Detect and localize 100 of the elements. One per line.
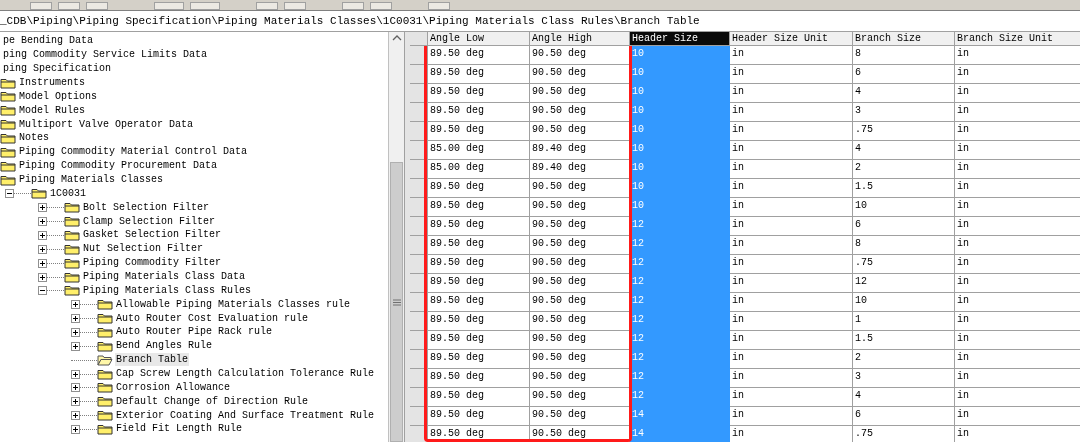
table-cell[interactable]: in <box>955 369 1080 388</box>
tree-item[interactable]: Piping Commodity Material Control Data <box>18 145 249 159</box>
table-cell[interactable]: 89.50 deg <box>428 236 530 255</box>
table-cell[interactable]: in <box>730 388 853 407</box>
table-cell[interactable]: in <box>730 293 853 312</box>
table-cell[interactable]: 89.50 deg <box>428 350 530 369</box>
table-cell[interactable]: in <box>730 65 853 84</box>
tree-item[interactable]: pe Bending Data <box>2 34 94 48</box>
collapse-icon[interactable] <box>38 286 47 296</box>
table-cell[interactable]: in <box>730 426 853 442</box>
table-cell[interactable]: 90.50 deg <box>530 46 630 65</box>
table-cell[interactable]: in <box>955 46 1080 65</box>
tree-item[interactable]: Notes <box>18 131 50 145</box>
table-cell[interactable]: in <box>955 255 1080 274</box>
expand-icon[interactable] <box>71 411 80 421</box>
table-cell[interactable]: 6 <box>853 65 955 84</box>
table-cell[interactable]: in <box>730 236 853 255</box>
table-cell[interactable]: in <box>730 369 853 388</box>
table-cell[interactable]: in <box>730 331 853 350</box>
column-header[interactable]: Branch Size <box>853 32 955 46</box>
table-cell[interactable]: in <box>955 65 1080 84</box>
table-cell[interactable]: 90.50 deg <box>530 198 630 217</box>
expand-icon[interactable] <box>38 272 47 282</box>
table-cell[interactable]: 90.50 deg <box>530 350 630 369</box>
table-cell[interactable]: 89.40 deg <box>530 141 630 160</box>
table-cell[interactable]: 1 <box>853 312 955 331</box>
table-cell[interactable]: 4 <box>853 388 955 407</box>
expand-icon[interactable] <box>71 425 80 435</box>
table-cell[interactable]: 89.50 deg <box>428 407 530 426</box>
table-cell[interactable]: 89.50 deg <box>428 84 530 103</box>
table-cell[interactable]: 6 <box>853 407 955 426</box>
table-cell[interactable]: 8 <box>853 236 955 255</box>
table-cell[interactable]: in <box>730 122 853 141</box>
table-cell[interactable]: 10 <box>853 198 955 217</box>
table-cell[interactable]: .75 <box>853 426 955 442</box>
table-cell[interactable]: in <box>955 388 1080 407</box>
table-cell[interactable]: in <box>730 84 853 103</box>
tree-item[interactable]: ping Specification <box>2 62 113 76</box>
column-header[interactable]: Header Size <box>630 32 730 46</box>
table-cell[interactable]: 4 <box>853 141 955 160</box>
tree-item[interactable]: Clamp Selection Filter <box>82 214 217 228</box>
table-cell[interactable]: 89.50 deg <box>428 388 530 407</box>
table-cell[interactable]: 90.50 deg <box>530 255 630 274</box>
tree-item[interactable]: 1C0031 <box>49 186 87 200</box>
table-cell[interactable]: in <box>730 274 853 293</box>
table-cell[interactable]: in <box>730 160 853 179</box>
table-cell[interactable]: in <box>955 179 1080 198</box>
table-cell[interactable]: in <box>955 293 1080 312</box>
table-cell[interactable]: 3 <box>853 369 955 388</box>
toolbar-button[interactable] <box>256 2 278 10</box>
table-cell[interactable]: 85.00 deg <box>428 141 530 160</box>
table-cell[interactable]: 90.50 deg <box>530 369 630 388</box>
tree-item[interactable]: Model Rules <box>18 103 86 117</box>
table-cell[interactable]: 3 <box>853 103 955 122</box>
table-cell[interactable]: 89.40 deg <box>530 160 630 179</box>
table-cell[interactable]: 90.50 deg <box>530 293 630 312</box>
table-cell[interactable]: in <box>955 331 1080 350</box>
table-cell[interactable]: 89.50 deg <box>428 255 530 274</box>
expand-icon[interactable] <box>71 314 80 324</box>
tree-item[interactable]: Piping Materials Class Rules <box>82 283 253 297</box>
table-cell[interactable]: in <box>730 46 853 65</box>
table-cell[interactable]: in <box>730 198 853 217</box>
table-cell[interactable]: in <box>730 407 853 426</box>
table-cell[interactable]: 90.50 deg <box>530 122 630 141</box>
table-cell[interactable]: 89.50 deg <box>428 369 530 388</box>
table-cell[interactable]: in <box>955 350 1080 369</box>
tree-item[interactable]: Field Fit Length Rule <box>115 422 244 436</box>
table-cell[interactable]: 90.50 deg <box>530 65 630 84</box>
table-cell[interactable]: .75 <box>853 255 955 274</box>
tree-item[interactable]: Nut Selection Filter <box>82 242 205 256</box>
grid-corner[interactable] <box>410 32 428 46</box>
toolbar-button[interactable] <box>58 2 80 10</box>
table-cell[interactable]: in <box>730 103 853 122</box>
column-header[interactable]: Header Size Unit <box>730 32 853 46</box>
table-cell[interactable]: in <box>955 103 1080 122</box>
table-cell[interactable]: 89.50 deg <box>428 217 530 236</box>
collapse-icon[interactable] <box>5 189 14 199</box>
tree-item[interactable]: Model Options <box>18 89 98 103</box>
tree-item[interactable]: Piping Commodity Filter <box>82 256 223 270</box>
table-cell[interactable]: in <box>955 198 1080 217</box>
toolbar-button[interactable] <box>190 2 220 10</box>
table-cell[interactable]: in <box>955 426 1080 442</box>
table-cell[interactable]: in <box>730 350 853 369</box>
toolbar-button[interactable] <box>30 2 52 10</box>
table-cell[interactable]: 90.50 deg <box>530 312 630 331</box>
column-header[interactable]: Angle High <box>530 32 630 46</box>
table-cell[interactable]: 89.50 deg <box>428 331 530 350</box>
table-cell[interactable]: 90.50 deg <box>530 331 630 350</box>
column-header[interactable]: Angle Low <box>428 32 530 46</box>
table-cell[interactable]: 89.50 deg <box>428 122 530 141</box>
table-cell[interactable]: 89.50 deg <box>428 103 530 122</box>
toolbar-button[interactable] <box>154 2 184 10</box>
table-cell[interactable]: in <box>730 179 853 198</box>
expand-icon[interactable] <box>38 217 47 227</box>
table-cell[interactable]: 90.50 deg <box>530 84 630 103</box>
table-cell[interactable]: 89.50 deg <box>428 65 530 84</box>
tree-item[interactable]: Multiport Valve Operator Data <box>18 117 195 131</box>
tree-item[interactable]: Auto Router Cost Evaluation rule <box>115 311 310 325</box>
tree-item[interactable]: Piping Commodity Procurement Data <box>18 159 219 173</box>
expand-icon[interactable] <box>38 203 47 213</box>
